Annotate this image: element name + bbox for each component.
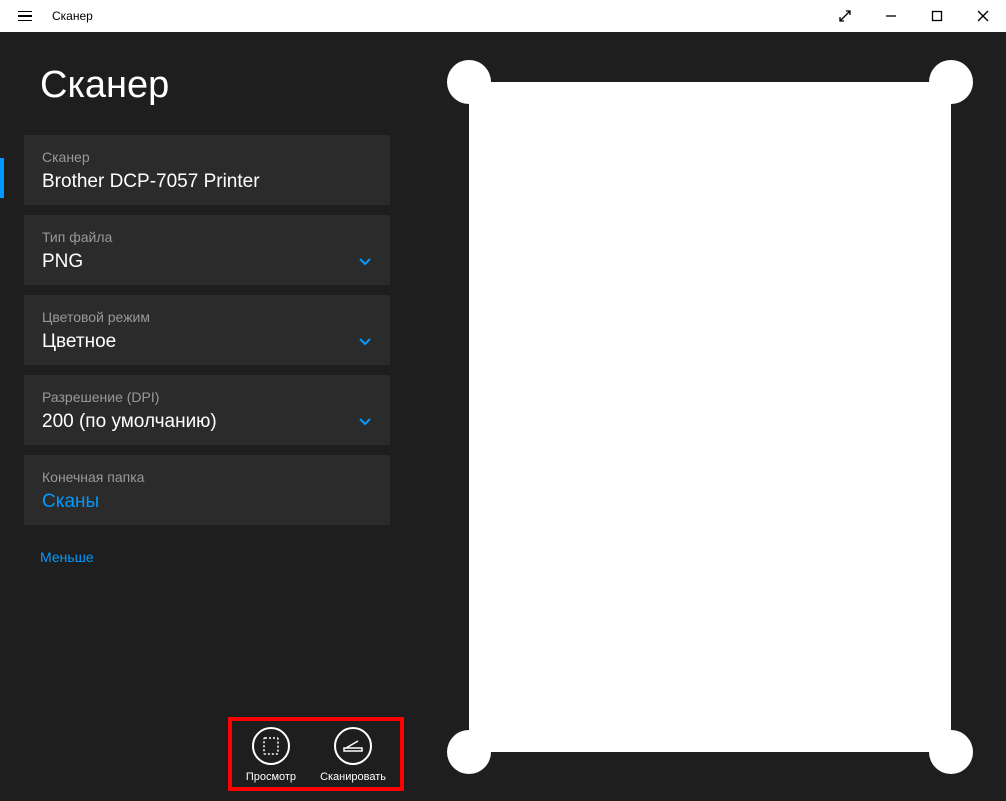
preview-area [414,32,1006,801]
chevron-down-icon [358,414,372,430]
scan-button[interactable]: Сканировать [320,727,386,783]
colormode-label: Цветовой режим [42,309,372,325]
titlebar: Сканер [0,0,1006,32]
window-title: Сканер [52,9,93,23]
filetype-value: PNG [42,251,83,273]
chevron-down-icon [358,334,372,350]
scan-label: Сканировать [320,771,386,783]
colormode-setting[interactable]: Цветовой режим Цветное [24,295,390,365]
filetype-label: Тип файла [42,229,372,245]
scan-icon [334,727,372,765]
destination-label: Конечная папка [42,469,372,485]
page-title: Сканер [0,64,414,135]
maximize-button[interactable] [914,0,960,32]
destination-value: Сканы [42,491,99,513]
crop-handle-top-left[interactable] [447,60,491,104]
scanner-label: Сканер [42,149,372,165]
dpi-value: 200 (по умолчанию) [42,411,217,433]
preview-label: Просмотр [246,771,296,783]
chevron-down-icon [358,254,372,270]
less-link[interactable]: Меньше [0,535,414,579]
close-button[interactable] [960,0,1006,32]
crop-handle-bottom-right[interactable] [929,730,973,774]
destination-setting[interactable]: Конечная папка Сканы [24,455,390,525]
filetype-setting[interactable]: Тип файла PNG [24,215,390,285]
crop-handle-top-right[interactable] [929,60,973,104]
window-controls [822,0,1006,32]
preview-page[interactable] [469,82,951,752]
crop-handle-bottom-left[interactable] [447,730,491,774]
preview-button[interactable]: Просмотр [246,727,296,783]
content: Сканер Сканер Brother DCP-7057 Printer Т… [0,32,1006,801]
fullscreen-button[interactable] [822,0,868,32]
titlebar-left: Сканер [0,9,93,23]
edge-marker [0,158,4,198]
menu-icon[interactable] [18,11,32,22]
dpi-label: Разрешение (DPI) [42,389,372,405]
sidebar: Сканер Сканер Brother DCP-7057 Printer Т… [0,32,414,801]
dpi-setting[interactable]: Разрешение (DPI) 200 (по умолчанию) [24,375,390,445]
action-bar: Просмотр Сканировать [228,717,404,791]
colormode-value: Цветное [42,331,116,353]
preview-icon [252,727,290,765]
minimize-button[interactable] [868,0,914,32]
scanner-setting[interactable]: Сканер Brother DCP-7057 Printer [24,135,390,205]
scanner-value: Brother DCP-7057 Printer [42,171,260,193]
